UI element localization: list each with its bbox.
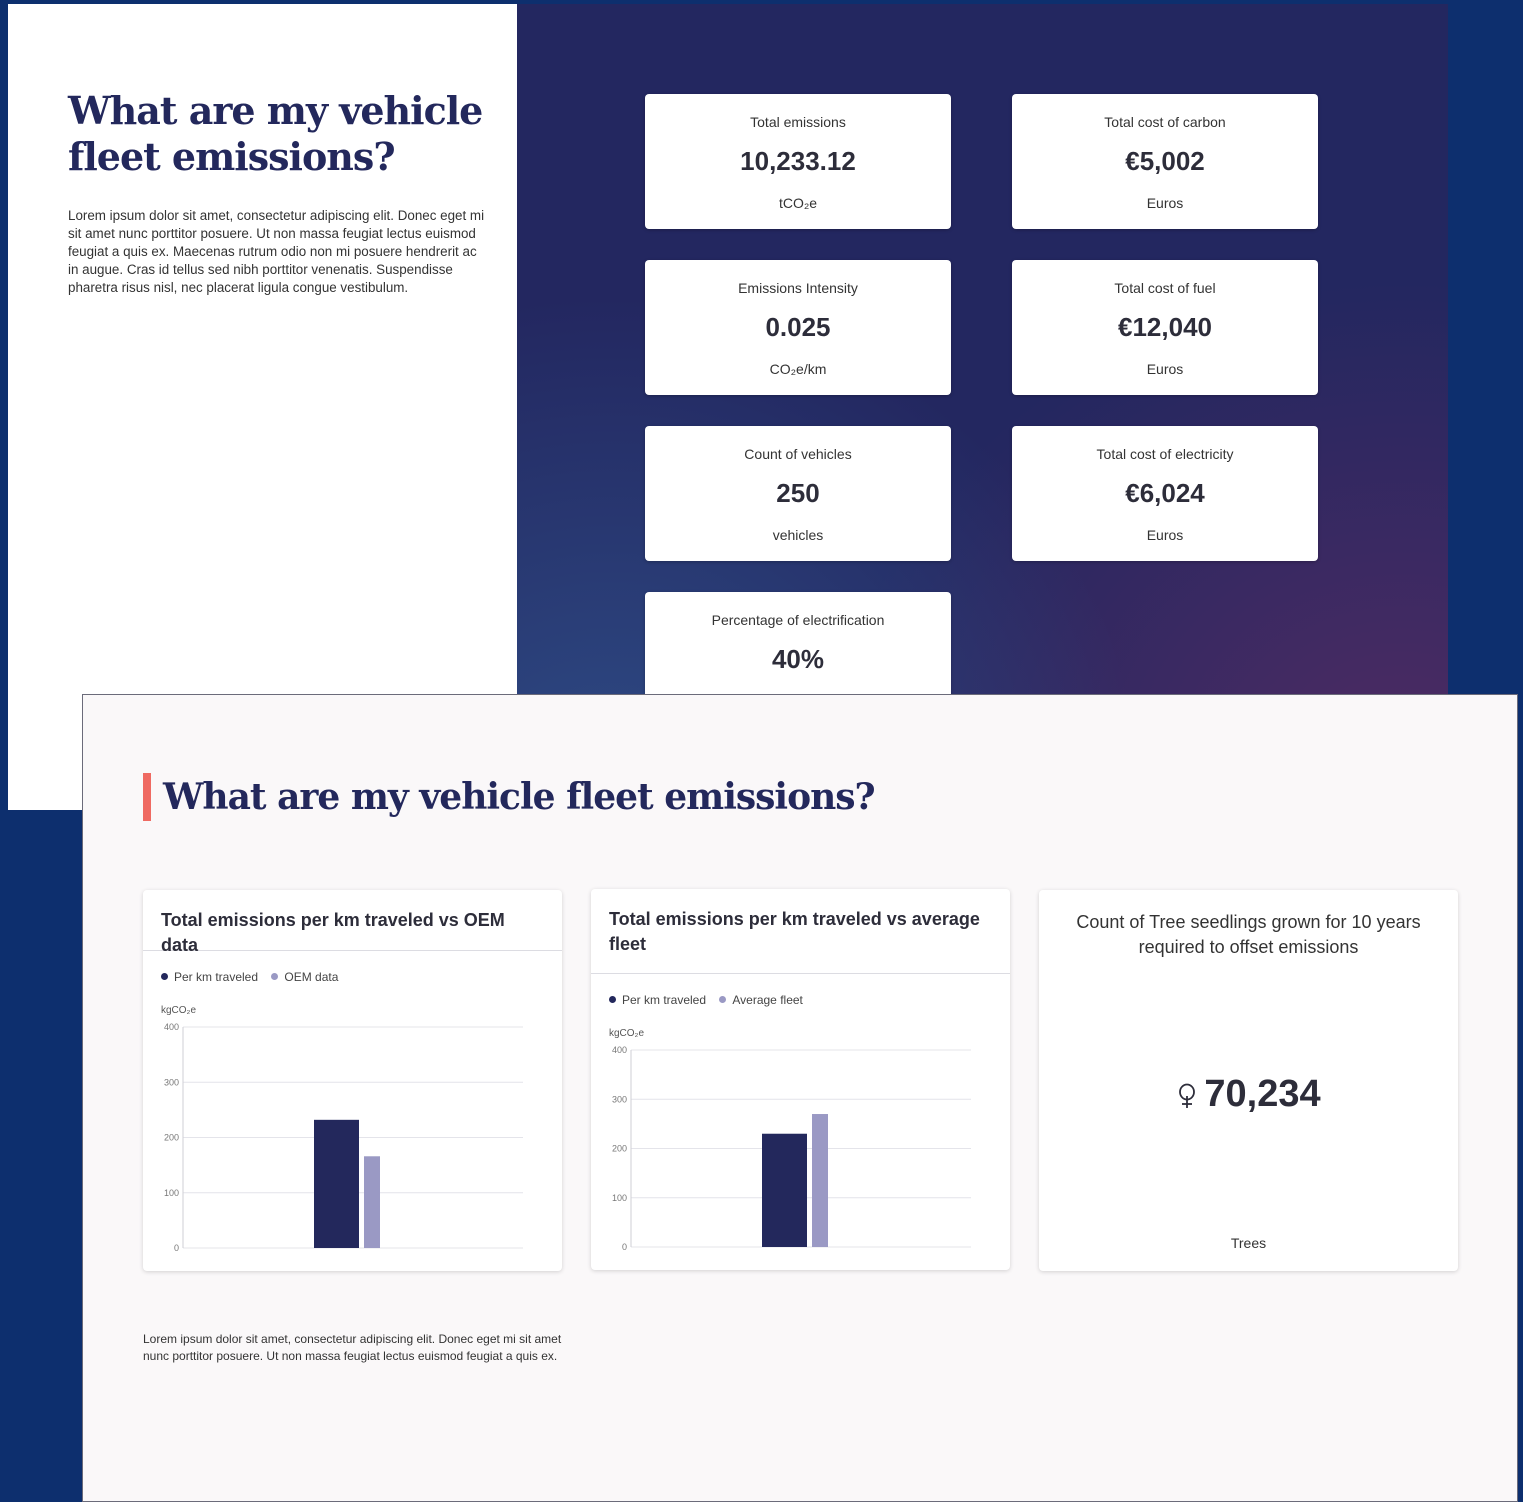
kpi-unit: vehicles <box>772 527 824 543</box>
chart-card-oem: Total emissions per km traveled vs OEM d… <box>143 890 562 1271</box>
y-tick-label: 0 <box>174 1243 179 1253</box>
back-slide-title: What are my vehicle fleet emissions? <box>68 88 483 179</box>
y-tick-label: 100 <box>612 1193 627 1203</box>
kpi-card-total-cost-of-fuel: Total cost of fuel €12,040 Euros <box>1012 260 1318 395</box>
kpi-label: Total cost of electricity <box>1096 446 1234 462</box>
title-accent-bar <box>143 773 151 821</box>
bar-chart-oem: 0 100 200 300 400 <box>164 1022 523 1253</box>
kpi-card-count-of-vehicles: Count of vehicles 250 vehicles <box>645 426 951 561</box>
y-tick-label: 100 <box>164 1188 179 1198</box>
tree-seedlings-card: Count of Tree seedlings grown for 10 yea… <box>1039 890 1458 1271</box>
bar-average-fleet <box>812 1114 828 1247</box>
kpi-label: Total cost of fuel <box>1114 280 1216 296</box>
y-tick-label: 300 <box>164 1077 179 1087</box>
y-tick-label: 200 <box>612 1144 627 1154</box>
kpi-card-total-cost-of-electricity: Total cost of electricity €6,024 Euros <box>1012 426 1318 561</box>
kpi-card-total-cost-of-carbon: Total cost of carbon €5,002 Euros <box>1012 94 1318 229</box>
kpi-value: €6,024 <box>1125 478 1205 508</box>
tree-card-title: Count of Tree seedlings grown for 10 yea… <box>1076 912 1421 957</box>
kpi-value: €12,040 <box>1118 312 1212 342</box>
back-slide-body: Lorem ipsum dolor sit amet, consectetur … <box>68 208 485 295</box>
kpi-unit: Euros <box>1146 361 1184 377</box>
kpi-value: 250 <box>776 478 820 508</box>
front-slide: What are my vehicle fleet emissions? Tot… <box>82 694 1518 1502</box>
tree-icon <box>1179 1083 1196 1108</box>
kpi-unit: CO₂e/km <box>769 361 827 377</box>
kpi-value: €5,002 <box>1125 146 1205 176</box>
front-slide-footer: Lorem ipsum dolor sit amet, consectetur … <box>143 1332 562 1363</box>
chart-card-average-fleet: Total emissions per km traveled vs avera… <box>591 889 1010 1270</box>
kpi-value: 40% <box>771 644 825 674</box>
kpi-value: 10,233.12 <box>740 146 856 176</box>
back-slide-text-panel: What are my vehicle fleet emissions? Lor… <box>8 4 517 810</box>
bar-oem-data <box>364 1156 380 1248</box>
kpi-label: Count of vehicles <box>744 446 852 462</box>
kpi-label: Total cost of carbon <box>1104 114 1226 130</box>
y-tick-label: 400 <box>164 1022 179 1032</box>
bar-per-km-traveled <box>314 1119 359 1248</box>
bar-chart-average-fleet: 0 100 200 300 400 <box>612 1045 971 1252</box>
kpi-unit: tCO₂e <box>778 195 818 211</box>
bar-per-km-traveled <box>762 1133 807 1247</box>
tree-card-value: 70,234 <box>1204 1073 1321 1115</box>
kpi-unit: Euros <box>1146 195 1184 211</box>
kpi-label: Emissions Intensity <box>738 280 858 296</box>
y-tick-label: 0 <box>622 1242 627 1252</box>
kpi-label: Percentage of electrification <box>711 612 885 628</box>
front-slide-title: What are my vehicle fleet emissions? <box>163 776 876 818</box>
kpi-unit: Euros <box>1146 527 1184 543</box>
y-tick-label: 200 <box>164 1133 179 1143</box>
y-tick-label: 400 <box>612 1045 627 1055</box>
tree-card-value-row: 70,234 <box>1039 1073 1458 1116</box>
kpi-card-emissions-intensity: Emissions Intensity 0.025 CO₂e/km <box>645 260 951 395</box>
kpi-panel: Total emissions 10,233.12 tCO₂e Total co… <box>517 4 1448 810</box>
y-tick-label: 300 <box>612 1094 627 1104</box>
kpi-value: 0.025 <box>765 312 831 342</box>
kpi-label: Total emissions <box>750 114 846 130</box>
tree-card-unit: Trees <box>1230 1235 1267 1251</box>
kpi-card-total-emissions: Total emissions 10,233.12 tCO₂e <box>645 94 951 229</box>
back-slide: What are my vehicle fleet emissions? Lor… <box>8 4 1448 810</box>
